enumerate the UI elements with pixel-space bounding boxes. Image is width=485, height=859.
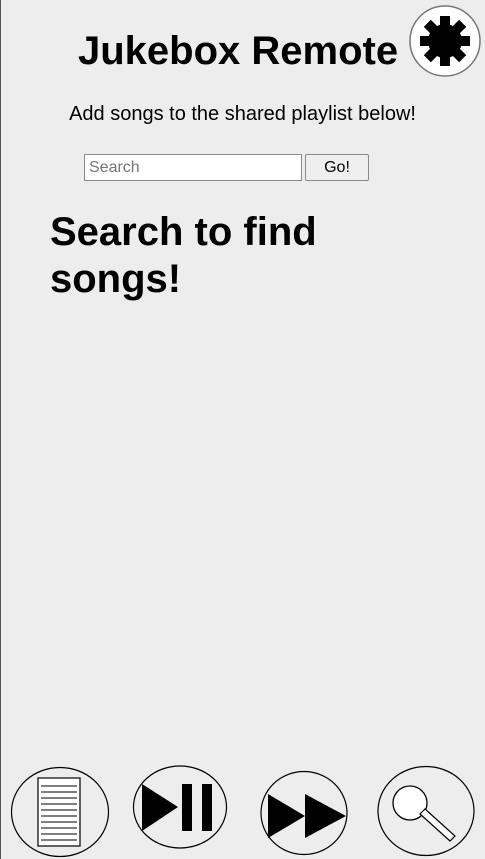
nav-playlist-button[interactable] [10, 766, 110, 858]
search-input[interactable] [84, 154, 302, 181]
nav-play-pause-button[interactable] [132, 765, 230, 853]
page-left-border [0, 0, 1, 859]
empty-results-message: Search to find songs! [50, 210, 317, 301]
page-subtitle: Add songs to the shared playlist below! [69, 103, 416, 125]
fast-forward-icon [260, 770, 348, 856]
nav-skip-button[interactable] [259, 770, 349, 856]
playlist-icon [10, 766, 110, 858]
magnifier-icon [377, 765, 475, 857]
go-button[interactable]: Go! [305, 154, 369, 181]
gear-icon [409, 5, 481, 77]
nav-search-button[interactable] [376, 765, 476, 857]
play-pause-icon [132, 765, 228, 849]
app-title: Jukebox Remote [78, 29, 399, 73]
settings-button[interactable] [409, 5, 481, 77]
